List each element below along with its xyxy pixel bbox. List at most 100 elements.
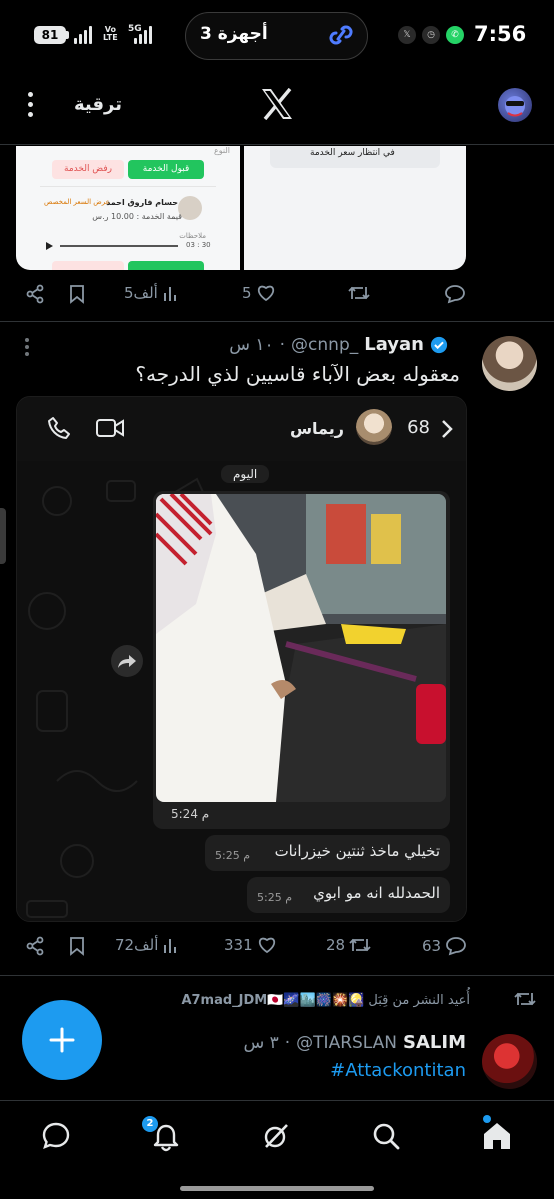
reply-button[interactable]: [444, 284, 466, 304]
post-time: ١٠ س: [229, 334, 274, 355]
post-author-name[interactable]: SALIM: [403, 1032, 466, 1053]
chat-message-2: الحمدلله انه مو ابوي 5:25 م: [247, 877, 450, 913]
views-button[interactable]: 5ألف: [124, 284, 180, 302]
notification-tray: 𝕏 ◷ ✆: [398, 26, 464, 44]
notes-label: ملاحظات: [179, 232, 206, 240]
phone-icon: [47, 416, 71, 444]
separator: [40, 186, 216, 187]
upgrade-button[interactable]: ترقية: [74, 94, 122, 115]
retweeted-by-row[interactable]: أُعيد النشر من قِبَل A7mad_JDM🇯🇵🌌🏙️🎆🎇🎑: [181, 993, 470, 1008]
chat-contact-avatar: [356, 409, 392, 445]
reply-icon: [446, 937, 466, 956]
home-new-indicator: [483, 1115, 491, 1123]
chevron-right-icon: [440, 419, 454, 443]
forward-icon: [111, 645, 143, 677]
audio-track: [60, 245, 178, 247]
chat-contact-name: ريماس: [289, 419, 344, 438]
like-count: 5: [242, 284, 252, 302]
x-app-icon: 𝕏: [398, 26, 416, 44]
retweet-button[interactable]: 28: [326, 936, 371, 954]
post-image-right[interactable]: في انتظار سعر الخدمة: [244, 146, 466, 270]
shared-photo: [156, 494, 446, 802]
post-image-left[interactable]: النوع قبول الخدمة رفض الخدمة حسام فاروق …: [16, 146, 240, 270]
signal-icon: [74, 24, 92, 44]
like-button[interactable]: 331: [224, 936, 277, 954]
notifications-badge: 2: [142, 1116, 158, 1132]
video-call-icon: [95, 417, 125, 443]
retweet-count: 28: [326, 936, 346, 954]
edge-panel-handle[interactable]: [0, 508, 6, 564]
like-count: 331: [224, 936, 253, 954]
bookmark-icon: [70, 937, 84, 956]
audio-time: 03 : 30: [186, 241, 211, 249]
post-time: ٣ س: [243, 1032, 279, 1053]
dot-separator: ·: [284, 1032, 291, 1053]
accept-service-button: قبول الخدمة: [128, 160, 204, 179]
compose-post-button[interactable]: [22, 1000, 102, 1080]
chat-unread-count: 68: [407, 417, 430, 438]
retweet-indicator-icon: [514, 990, 536, 1012]
retweeted-by-label: أُعيد النشر من قِبَل: [368, 993, 470, 1008]
hashtag-link[interactable]: #Attackontitan: [330, 1060, 466, 1081]
provider-name: حسام فاروق احمد: [106, 198, 178, 207]
like-button[interactable]: 5: [242, 284, 276, 302]
post-author-row: ١٠ س · @cnnp_ Layan: [229, 334, 448, 355]
bookmark-button[interactable]: [68, 284, 86, 304]
custom-offer-label: عرض السعر المخصص: [44, 198, 110, 206]
reply-count: 63: [422, 937, 442, 955]
post-author-avatar[interactable]: [482, 1034, 537, 1089]
grok-icon[interactable]: [260, 1120, 292, 1156]
post-handle[interactable]: @cnnp_: [291, 335, 358, 355]
post-media-chat-screenshot[interactable]: 68 ريماس اليوم 5:24 م تخيلي ماخذ ثنتين خ: [16, 396, 467, 922]
service-price: قيمة الخدمة : 10.00 ر.س: [92, 212, 182, 221]
views-button[interactable]: 72ألف: [115, 936, 180, 954]
post1-actions: 5ألف 5: [0, 282, 554, 312]
bookmark-button[interactable]: [68, 936, 86, 956]
post-author-row: ٣ س · @TIARSLAN SALIM: [243, 1032, 466, 1053]
reject-service-button: رفض الخدمة: [52, 160, 124, 179]
more-options-icon[interactable]: [28, 92, 34, 122]
dot-separator: ·: [279, 334, 286, 355]
retweet-button[interactable]: [348, 284, 370, 302]
profile-avatar[interactable]: [498, 88, 532, 122]
views-icon: [164, 939, 177, 953]
messages-icon[interactable]: [40, 1120, 72, 1156]
battery-indicator: 81: [34, 26, 66, 44]
signal-icon-secondary: [134, 24, 152, 44]
post-author-avatar[interactable]: [482, 336, 537, 391]
battery-tip: [66, 31, 69, 39]
divider: [0, 321, 554, 322]
heart-icon: [258, 937, 275, 954]
plus-icon: [49, 1027, 75, 1053]
clock: 7:56: [474, 22, 527, 46]
post-author-name[interactable]: Layan: [364, 334, 424, 355]
share-button[interactable]: [25, 284, 45, 304]
views-count: 72ألف: [115, 936, 159, 954]
x-logo-icon[interactable]: [260, 87, 294, 124]
share-button[interactable]: [25, 936, 45, 956]
search-icon[interactable]: [370, 1120, 402, 1156]
chat-message-text: الحمدلله انه مو ابوي: [313, 884, 440, 902]
volte-bottom-label: LTE: [103, 33, 118, 42]
views-icon: [163, 287, 176, 301]
share-icon: [26, 284, 44, 304]
link-icon: [326, 22, 356, 52]
post-handle[interactable]: @TIARSLAN: [296, 1033, 397, 1053]
retweet-icon: [348, 286, 370, 300]
chat-message-1: تخيلي ماخذ ثنتين خيزرانات 5:25 م: [205, 835, 450, 871]
divider: [0, 975, 554, 976]
waiting-label: في انتظار سعر الخدمة: [310, 148, 395, 158]
gesture-home-bar[interactable]: [180, 1186, 374, 1191]
chat-header: [17, 397, 466, 461]
retweeted-by-name: A7mad_JDM🇯🇵🌌🏙️🎆🎇🎑: [181, 993, 365, 1008]
views-count: 5ألف: [124, 284, 158, 302]
whatsapp-icon: ✆: [446, 26, 464, 44]
reply-button[interactable]: 63: [422, 936, 467, 956]
date-chip: اليوم: [221, 465, 270, 483]
home-icon[interactable]: [481, 1120, 513, 1156]
chat-message-time: 5:25 م: [215, 849, 251, 862]
share-icon: [26, 936, 44, 956]
accept-service-button-2: [128, 261, 204, 270]
post-more-icon[interactable]: [25, 338, 29, 359]
reject-service-button-2: [52, 261, 124, 270]
